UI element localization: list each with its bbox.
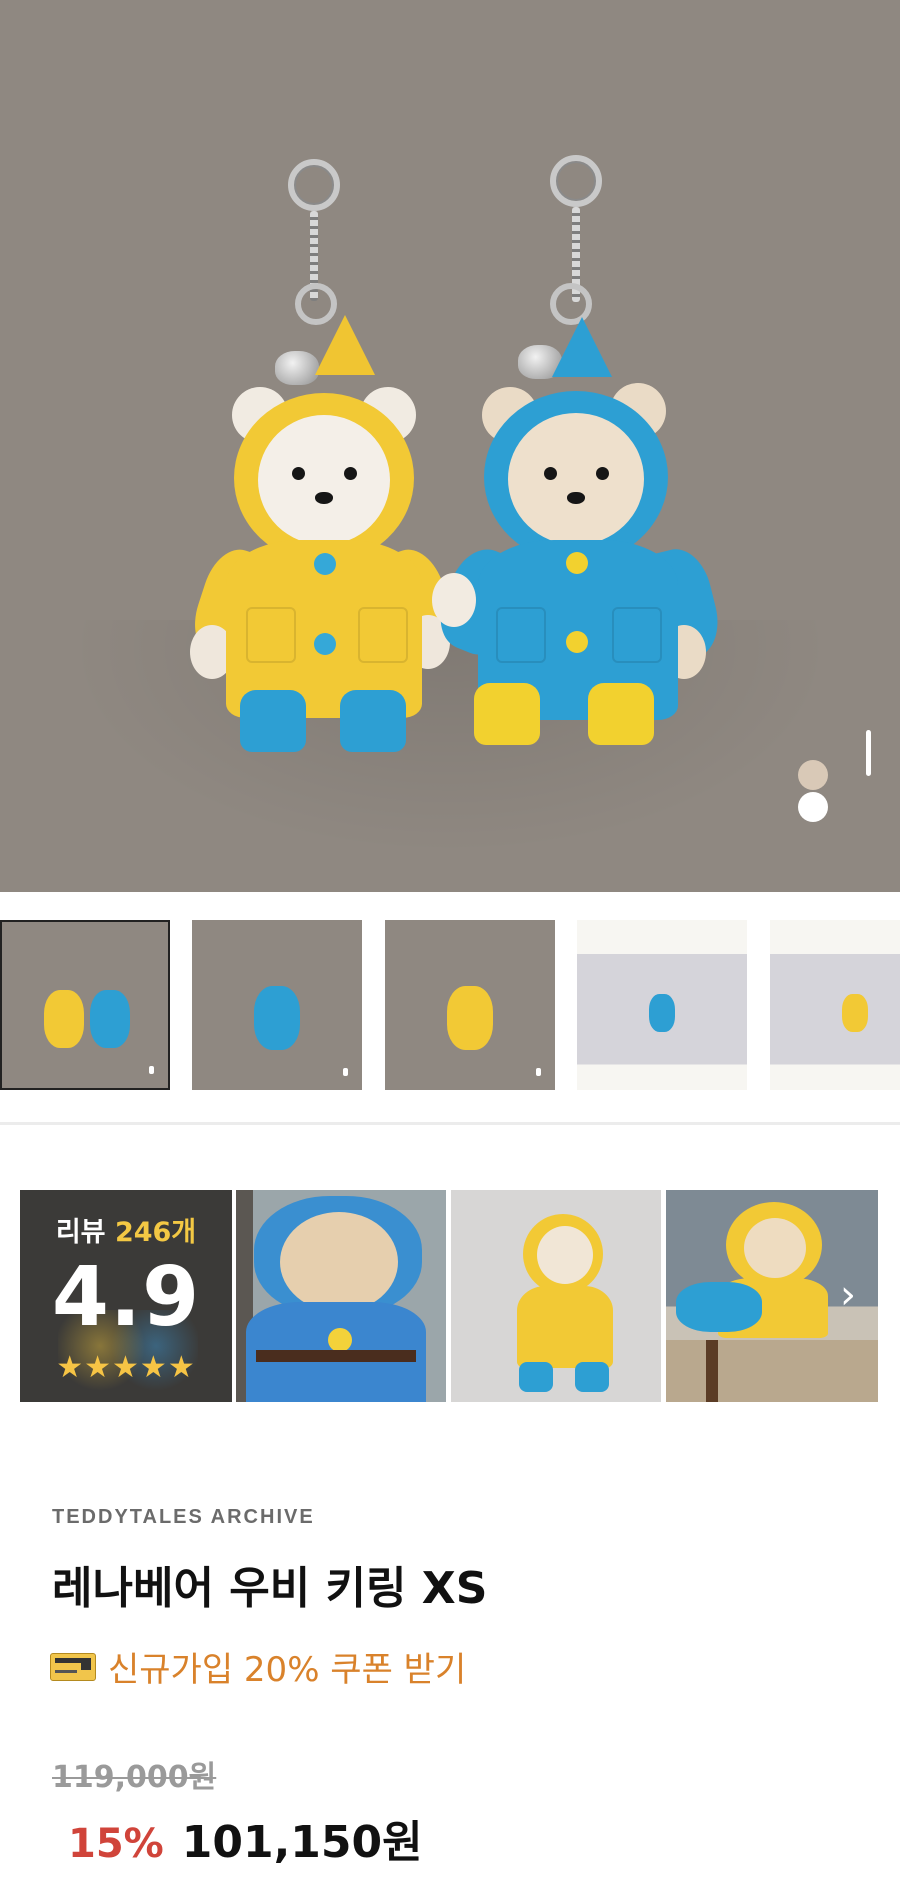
thumb-blue-bear [90, 990, 130, 1048]
photo-boot [519, 1362, 553, 1392]
product-title: 레나베어 우비 키링 XS [52, 1563, 488, 1614]
product-main-image[interactable] [0, 0, 900, 892]
thumb-indicator [149, 1066, 154, 1074]
photo-ribbon [256, 1350, 416, 1362]
ticket-icon [50, 1652, 96, 1681]
color-option-dot[interactable] [798, 760, 828, 790]
coat-button [566, 631, 588, 653]
rain-boot [340, 690, 406, 752]
bear-eye [544, 467, 557, 480]
coat-pocket [496, 607, 546, 663]
review-label-text: 리뷰 [55, 1217, 106, 1248]
thumbnail-yellow-bear-white-bg[interactable] [770, 920, 900, 1090]
coat-pocket [612, 607, 662, 663]
rain-boot [474, 683, 540, 745]
review-photo-2[interactable] [451, 1190, 661, 1402]
ticket-line [55, 1669, 77, 1673]
rain-boot [240, 690, 306, 752]
image-scroll-indicator [866, 730, 871, 776]
keyring-clasp [550, 155, 602, 207]
bear-eye [292, 467, 305, 480]
review-count-number: 246개 [114, 1217, 197, 1248]
photo-bear-face [744, 1218, 806, 1278]
review-summary-card[interactable]: 리뷰 246개 4.9 ★★★★★ [20, 1190, 232, 1402]
photo-boot [575, 1362, 609, 1392]
coat-button [566, 552, 588, 574]
section-divider [0, 1122, 900, 1125]
photo-yellow-coat [517, 1286, 613, 1368]
chevron-right-icon[interactable]: › [828, 1275, 868, 1315]
coat-pocket [358, 607, 408, 663]
bear-paw [432, 573, 476, 627]
hood-tip [315, 315, 375, 375]
photo-bear-face [537, 1226, 593, 1284]
thumbnail-both-bears[interactable] [0, 920, 170, 1090]
thumbnail-blue-bear-white-bg[interactable] [577, 920, 747, 1090]
brand-name[interactable]: TEDDYTALES ARCHIVE [52, 1506, 315, 1529]
thumb-yellow-bear [447, 986, 493, 1050]
photo-gift-bag [666, 1340, 878, 1402]
photo-blue-boots [676, 1282, 762, 1332]
thumb-blue-bear [649, 994, 675, 1032]
thumbnail-yellow-bear[interactable] [385, 920, 555, 1090]
bear-face [258, 415, 390, 545]
bear-nose [567, 492, 585, 504]
discount-rate: 15% [68, 1821, 164, 1867]
thumb-indicator [536, 1068, 541, 1076]
review-count: 리뷰 246개 [20, 1210, 232, 1249]
coupon-link[interactable]: 신규가입 20% 쿠폰 받기 [50, 1642, 466, 1691]
coat-pocket [246, 607, 296, 663]
thumb-yellow-bear [842, 994, 868, 1032]
ticket-line [55, 1657, 81, 1663]
coupon-text: 신규가입 20% 쿠폰 받기 [108, 1650, 467, 1690]
price-row: 15% 101,150원 [68, 1806, 423, 1870]
thumbnail-blue-bear[interactable] [192, 920, 362, 1090]
original-price: 119,000원 [52, 1760, 217, 1795]
thumb-yellow-bear [44, 990, 84, 1048]
yellow-bear-keyring [180, 155, 464, 755]
photo-bag-strap [706, 1340, 718, 1402]
thumb-indicator [343, 1068, 348, 1076]
thumb-blue-bear [254, 986, 300, 1050]
sale-price: 101,150원 [181, 1817, 423, 1868]
coat-button [314, 553, 336, 575]
bear-eye [596, 467, 609, 480]
bear-nose [315, 492, 333, 504]
blue-bear-keyring [429, 155, 727, 755]
color-option-dot[interactable] [798, 792, 828, 822]
bear-eye [344, 467, 357, 480]
keyring-clasp [288, 159, 340, 211]
photo-coat-button [328, 1328, 352, 1352]
photo-bear-face [280, 1212, 398, 1312]
ticket-box [81, 1657, 91, 1670]
thumbnail-strip [0, 920, 900, 1092]
bell-charm [275, 351, 319, 385]
rating-stars-icon: ★★★★★ [56, 1350, 196, 1385]
review-rating: 4.9 [51, 1250, 201, 1345]
hood-tip [552, 317, 612, 377]
rain-boot [588, 683, 654, 745]
coat-button [314, 633, 336, 655]
review-photo-1[interactable] [236, 1190, 446, 1402]
bear-face [508, 413, 644, 545]
